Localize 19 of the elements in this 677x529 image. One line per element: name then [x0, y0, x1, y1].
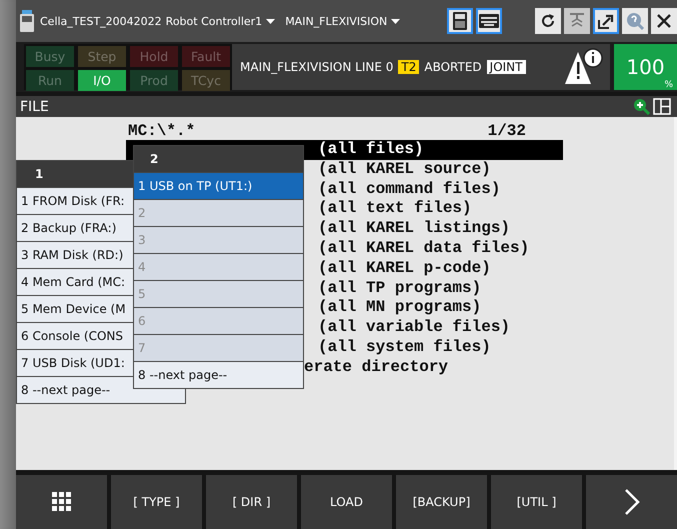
program-line: MAIN_FLEXIVISION LINE 0 — [240, 60, 394, 74]
override-value: 100 — [626, 55, 665, 79]
status-lamp: Run — [26, 70, 74, 91]
status-lamp: Hold — [130, 46, 178, 67]
status-lamp: I/O — [78, 70, 126, 91]
directory-path: MC:\*.* — [128, 122, 196, 140]
status-lamp: Prod — [130, 70, 178, 91]
status-lamp: Busy — [26, 46, 74, 67]
screen-title: FILE — [20, 98, 49, 114]
status-lamp: Step — [78, 46, 126, 67]
menu-number: 1 — [35, 167, 44, 181]
mode-badge: T2 — [398, 60, 420, 74]
override-unit: % — [664, 80, 673, 90]
status-lamp: Fault — [182, 46, 230, 67]
status-lamp: TCyc — [182, 70, 230, 91]
coord-badge: JOINT — [486, 60, 526, 74]
row-position: 1/32 — [488, 122, 526, 140]
file-name: Cella_TEST_20042022 — [40, 14, 162, 28]
run-state: ABORTED — [424, 60, 482, 74]
